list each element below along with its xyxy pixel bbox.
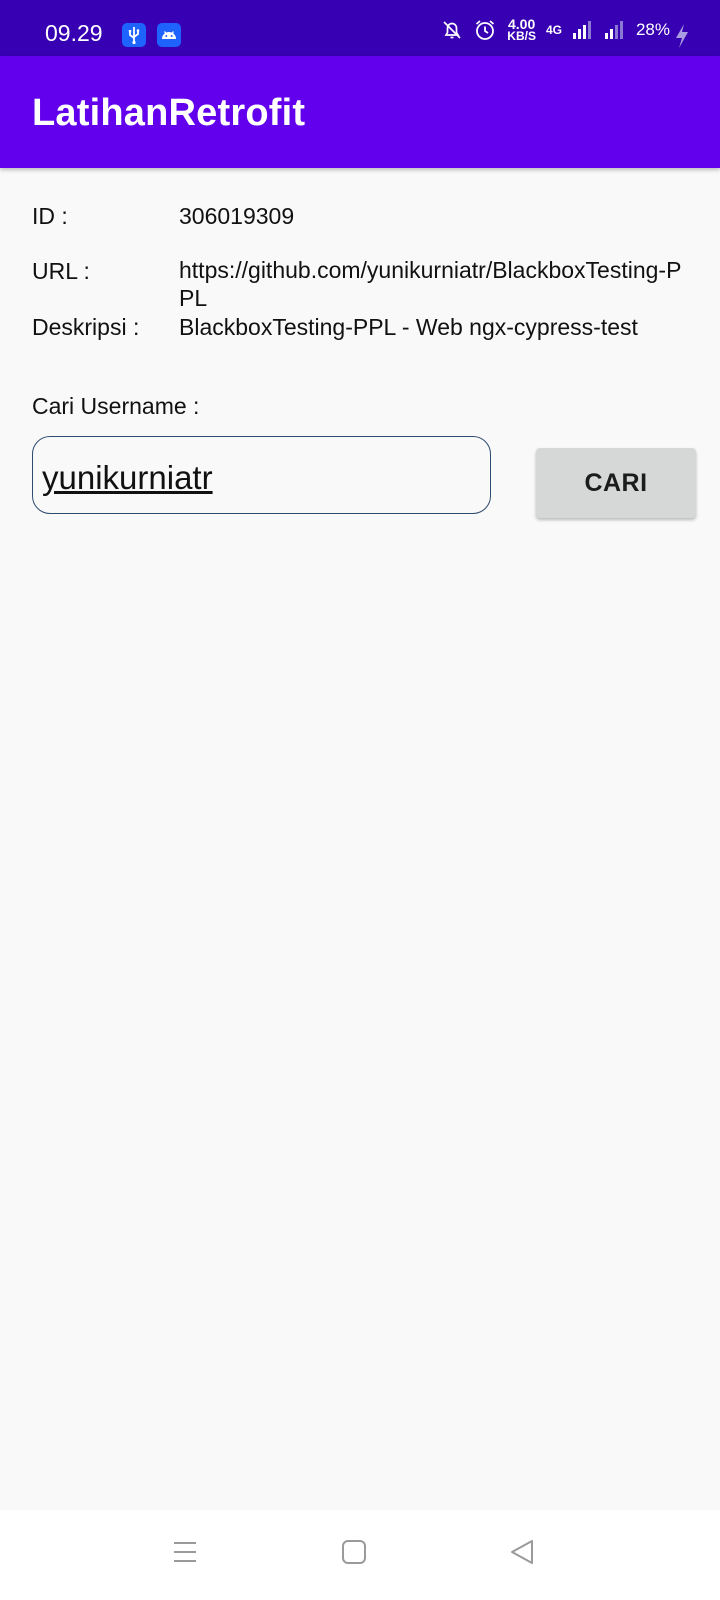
menu-icon[interactable] xyxy=(171,1538,199,1566)
mute-bell-icon xyxy=(443,21,461,39)
search-button-label: CARI xyxy=(584,468,648,497)
url-value: https://github.com/yunikurniatr/Blackbox… xyxy=(179,257,682,311)
id-value: 306019309 xyxy=(179,203,295,229)
back-icon[interactable] xyxy=(508,1538,536,1566)
alarm-icon xyxy=(476,20,495,40)
charging-icon xyxy=(676,24,688,48)
home-icon[interactable] xyxy=(340,1538,368,1566)
username-input[interactable]: yunikurniatr xyxy=(32,436,491,514)
status-icons: 4.00 KB/S 4G 28% xyxy=(441,17,670,43)
main-content: ID : 306019309 URL : https://github.com/… xyxy=(0,168,720,1508)
usb-icon xyxy=(122,23,146,47)
signal-icon-2 xyxy=(604,21,623,39)
android-icon xyxy=(157,23,181,47)
search-label: Cari Username : xyxy=(32,393,200,419)
network-type: 4G xyxy=(545,23,562,37)
search-button[interactable]: CARI xyxy=(536,448,696,518)
id-label: ID : xyxy=(32,203,68,229)
navigation-bar xyxy=(0,1510,720,1600)
url-label: URL : xyxy=(32,258,90,284)
network-speed: 4.00 KB/S xyxy=(507,16,536,43)
battery-level: 28% xyxy=(635,20,670,39)
signal-icon xyxy=(572,21,591,39)
app-bar: LatihanRetrofit xyxy=(0,56,720,168)
status-bar: 09.29 4.00 KB/S 4G 28% xyxy=(0,0,720,56)
app-title: LatihanRetrofit xyxy=(32,92,306,134)
description-value: BlackboxTesting-PPL - Web ngx-cypress-te… xyxy=(179,314,638,340)
description-label: Deskripsi : xyxy=(32,314,140,340)
username-input-value[interactable]: yunikurniatr xyxy=(42,459,213,497)
status-time: 09.29 xyxy=(45,20,103,46)
